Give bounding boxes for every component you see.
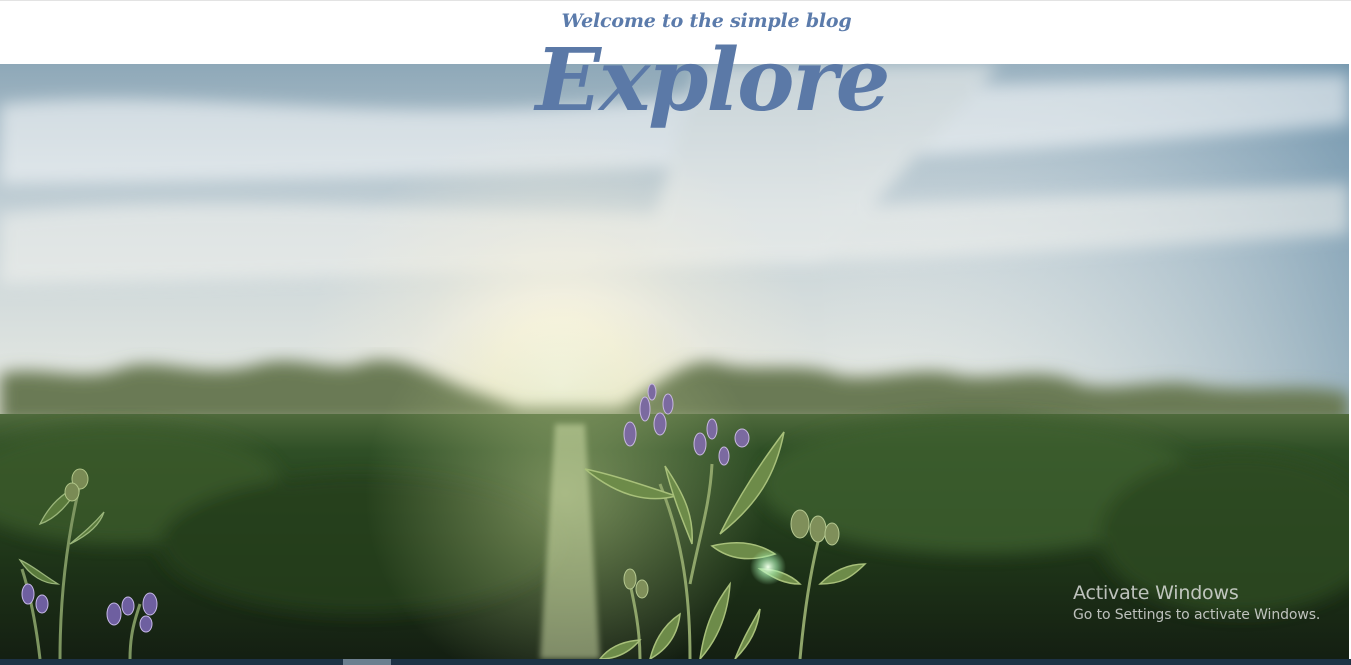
watermark-subtitle: Go to Settings to activate Windows. [1073,607,1321,623]
watermark-title: Activate Windows [1073,582,1239,604]
hero-title: Explore [535,30,890,131]
page: Welcome to the simple blog Explore Activ… [0,0,1351,665]
windows-activation-watermark: Activate Windows Go to Settings to activ… [1073,582,1320,626]
taskbar [0,659,1351,665]
hero-image [0,64,1349,659]
taskbar-active-item[interactable] [343,659,391,665]
lens-flare [750,549,786,585]
